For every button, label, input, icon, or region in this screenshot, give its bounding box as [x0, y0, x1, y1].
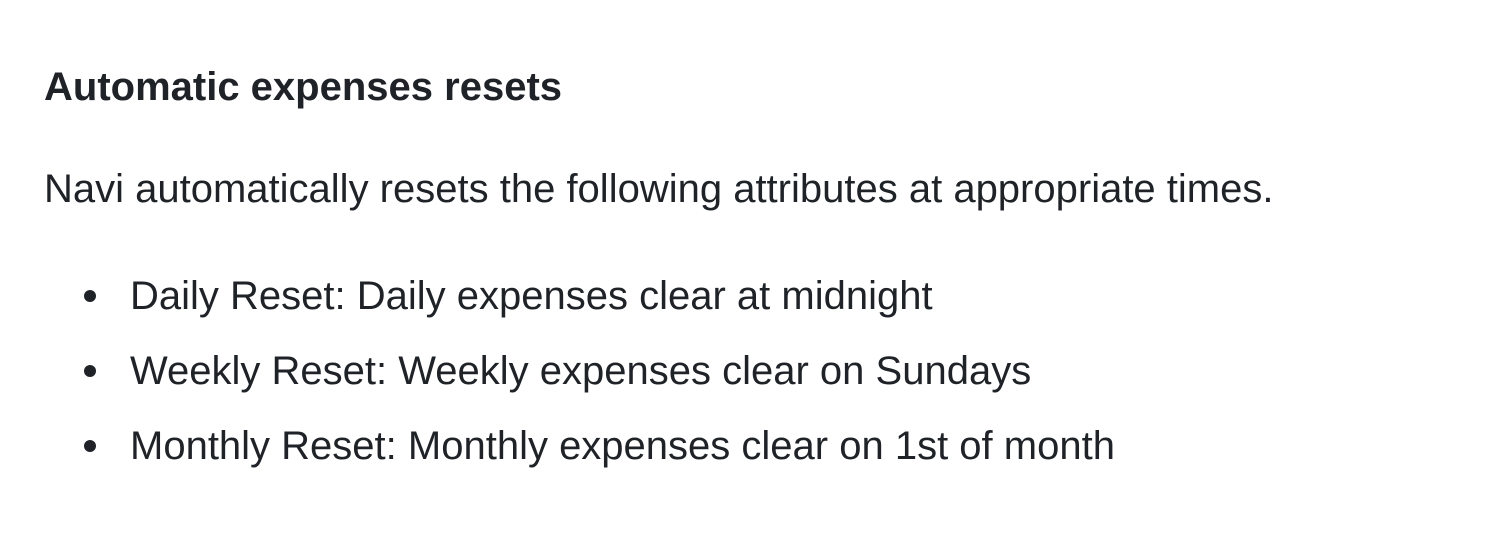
intro-paragraph: Navi automatically resets the following … — [44, 167, 1274, 211]
bullet-icon — [84, 365, 96, 377]
list-item-text: Weekly Reset: Weekly expenses clear on S… — [130, 349, 1032, 393]
reset-list: Daily Reset: Daily expenses clear at mid… — [44, 270, 1115, 495]
bullet-icon — [84, 290, 96, 302]
list-item-weekly-reset: Weekly Reset: Weekly expenses clear on S… — [44, 345, 1115, 420]
document-section: Automatic expenses resets Navi automatic… — [0, 0, 1504, 536]
list-item-monthly-reset: Monthly Reset: Monthly expenses clear on… — [44, 420, 1115, 495]
list-item-daily-reset: Daily Reset: Daily expenses clear at mid… — [44, 270, 1115, 345]
section-heading: Automatic expenses resets — [44, 65, 563, 109]
bullet-icon — [84, 440, 96, 452]
list-item-text: Monthly Reset: Monthly expenses clear on… — [130, 424, 1115, 468]
list-item-text: Daily Reset: Daily expenses clear at mid… — [130, 274, 933, 318]
